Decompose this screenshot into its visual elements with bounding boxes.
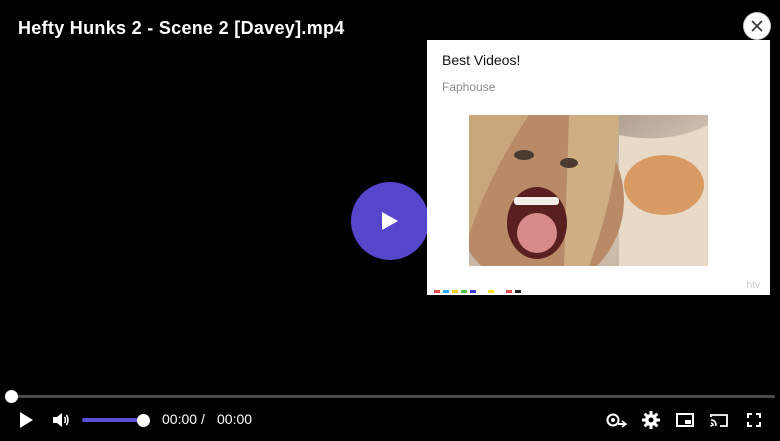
ad-watermark: htv: [746, 280, 760, 291]
current-time: 00:00: [162, 411, 198, 427]
quality-button[interactable]: [604, 409, 628, 431]
duration: 00:00: [217, 411, 253, 427]
pip-button[interactable]: [674, 409, 696, 431]
hd-quality-icon: [606, 413, 627, 428]
close-icon: [751, 20, 763, 32]
volume-slider[interactable]: [82, 418, 144, 422]
volume-handle[interactable]: [137, 414, 150, 427]
ad-thumbnail-image[interactable]: [469, 115, 708, 266]
gear-icon: [642, 411, 660, 429]
ad-close-button[interactable]: [744, 13, 770, 39]
volume-icon: [53, 413, 69, 427]
play-button[interactable]: [14, 408, 38, 432]
fullscreen-icon: [747, 413, 761, 427]
cast-icon: [710, 414, 728, 427]
progress-bar[interactable]: [11, 395, 775, 398]
ad-title: Best Videos!: [442, 52, 521, 68]
ad-overlay[interactable]: Best Videos! Faphouse htv: [427, 40, 770, 295]
volume-button[interactable]: [50, 409, 72, 431]
play-icon: [382, 212, 398, 230]
big-play-button[interactable]: [351, 182, 429, 260]
ad-color-strip: [434, 290, 521, 293]
ad-brand[interactable]: Faphouse: [442, 80, 495, 94]
picture-in-picture-icon: [676, 413, 694, 427]
cast-button[interactable]: [708, 409, 730, 431]
progress-handle[interactable]: [5, 390, 18, 403]
fullscreen-button[interactable]: [743, 409, 765, 431]
video-title: Hefty Hunks 2 - Scene 2 [Davey].mp4: [18, 18, 345, 38]
play-icon: [20, 412, 33, 428]
time-separator: /: [201, 411, 205, 427]
settings-button[interactable]: [640, 409, 662, 431]
video-player[interactable]: Hefty Hunks 2 - Scene 2 [Davey].mp4 Best…: [0, 0, 780, 441]
